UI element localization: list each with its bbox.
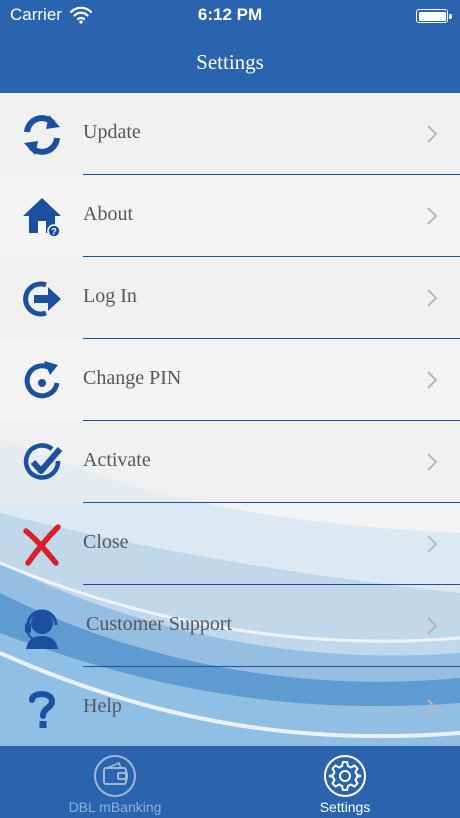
battery-icon: [416, 9, 452, 23]
menu-item-help[interactable]: Help: [0, 667, 460, 746]
menu-item-label: About: [83, 203, 133, 225]
menu-item-about[interactable]: ? About: [0, 175, 460, 257]
status-time: 6:12 PM: [197, 5, 263, 24]
menu-item-log-in[interactable]: Log In: [0, 257, 460, 339]
refresh-icon: [24, 115, 60, 155]
close-x-icon: [23, 524, 61, 566]
tab-label: Settings: [319, 799, 371, 815]
chevron-right-icon: [427, 617, 438, 635]
menu-item-label: Customer Support: [86, 613, 233, 635]
page-title: Settings: [196, 50, 264, 74]
chevron-right-icon: [427, 125, 438, 143]
headset-icon: [25, 609, 58, 649]
login-icon: [23, 281, 61, 317]
menu-item-label: Activate: [83, 449, 151, 471]
menu-item-label: Change PIN: [83, 367, 182, 389]
menu-item-change-pin[interactable]: Change PIN: [0, 339, 460, 421]
chevron-right-icon: [427, 207, 438, 225]
menu-item-close[interactable]: Close: [0, 503, 460, 585]
menu-item-label: Help: [83, 695, 122, 717]
menu-item-update[interactable]: Update: [0, 93, 460, 175]
menu-item-customer-support[interactable]: Customer Support: [0, 585, 460, 667]
question-icon: [29, 691, 56, 728]
gear-icon: [324, 755, 366, 797]
chevron-right-icon: [427, 699, 438, 717]
chevron-right-icon: [427, 535, 438, 553]
chevron-right-icon: [427, 371, 438, 389]
tab-bar: DBL mBanking Settings: [0, 746, 460, 818]
chevron-right-icon: [427, 289, 438, 307]
menu-item-label: Log In: [83, 285, 137, 307]
menu-item-label: Close: [83, 531, 129, 553]
menu-item-label: Update: [83, 121, 141, 143]
navigation-bar: Settings: [0, 30, 460, 93]
home-info-icon: ?: [23, 198, 61, 238]
chevron-right-icon: [427, 453, 438, 471]
menu-item-activate[interactable]: Activate: [0, 421, 460, 503]
settings-list[interactable]: Update ? About Log In Change PIN Activat…: [0, 93, 460, 746]
tab-label: DBL mBanking: [68, 799, 162, 815]
tab-dbl-mbanking[interactable]: DBL mBanking: [40, 746, 190, 818]
wallet-icon: [94, 755, 136, 797]
check-circle-icon: [23, 443, 63, 480]
svg-text:?: ?: [51, 227, 57, 237]
status-bar: Carrier 6:12 PM: [0, 0, 460, 30]
change-pin-icon: [24, 361, 60, 399]
tab-settings[interactable]: Settings: [290, 746, 400, 818]
